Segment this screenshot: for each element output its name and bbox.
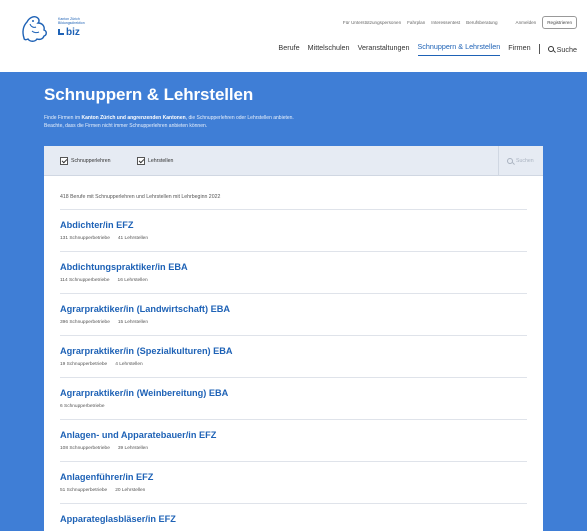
results-count: 418 Berufe mit Schnupperlehren und Lehrs…: [60, 194, 221, 200]
schnupper-count: 114 Schnupperbetriebe: [60, 278, 110, 283]
list-item[interactable]: Anlagen- und Apparatebauer/in EFZ 108 Sc…: [60, 419, 527, 461]
lehrstellen-count: 41 Lehrstellen: [117, 236, 149, 241]
link-berufsberatung[interactable]: Berufsberatung: [466, 20, 497, 25]
link-fahrplan[interactable]: Fahrplan: [407, 20, 425, 25]
nav-veranstaltungen[interactable]: Veranstaltungen: [358, 43, 410, 56]
login-link[interactable]: Anmelden: [516, 20, 537, 25]
list-item[interactable]: Agrarpraktiker/in (Landwirtschaft) EBA 3…: [60, 293, 527, 335]
schnupper-count: 19 Schnupperbetriebe: [60, 362, 108, 367]
schnupper-count: 131 Schnupperbetriebe: [60, 236, 110, 241]
filter-label: Lehrstellen: [148, 158, 174, 164]
search-placeholder: Suchen: [516, 158, 534, 164]
filter-schnupperlehren[interactable]: Schnupperlehren: [60, 157, 111, 165]
page-title: Schnuppern & Lehrstellen: [44, 85, 254, 104]
checkbox-checked-icon[interactable]: [60, 157, 68, 165]
site-header: Kanton Zürich Bildungsdirektion biz Für …: [0, 0, 587, 72]
schnupper-count: 396 Schnupperbetriebe: [60, 320, 110, 325]
nav-berufe[interactable]: Berufe: [278, 43, 299, 56]
nav-mittelschulen[interactable]: Mittelschulen: [308, 43, 350, 56]
schnupper-count: 108 Schnupperbetriebe: [60, 446, 110, 451]
schnupper-count: 51 Schnupperbetriebe: [60, 488, 108, 493]
job-title-link[interactable]: Apparateglasbläser/in EFZ: [60, 514, 176, 524]
search-link-label: Suche: [556, 44, 577, 54]
list-item[interactable]: Agrarpraktiker/in (Spezialkulturen) EBA …: [60, 335, 527, 377]
link-interessentest[interactable]: Interessentest: [431, 20, 460, 25]
lehrstellen-count: 20 Lehrstellen: [115, 488, 146, 493]
region-highlight: Kanton Zürich und angrenzenden Kantonen: [81, 115, 186, 121]
list-item[interactable]: Abdichter/in EFZ 131 Schnupperbetriebe 41…: [60, 209, 527, 251]
lehrstellen-count: 16 Lehrstellen: [117, 278, 148, 283]
job-title-link[interactable]: Agrarpraktiker/in (Spezialkulturen) EBA: [60, 346, 233, 356]
results-panel: Schnupperlehren Lehrstellen Suchen 418 B…: [44, 146, 543, 531]
search-icon: [507, 158, 513, 164]
main-nav: Berufe Mittelschulen Veranstaltungen Sch…: [270, 42, 577, 56]
register-button[interactable]: Registrieren: [542, 16, 577, 29]
job-title-link[interactable]: Agrarpraktiker/in (Weinbereitung) EBA: [60, 388, 228, 398]
search-link[interactable]: Suche: [547, 44, 577, 54]
list-item[interactable]: Apparateglasbläser/in EFZ: [60, 503, 527, 531]
biz-logo[interactable]: Kanton Zürich Bildungsdirektion biz: [18, 12, 108, 44]
lion-crest-icon: [22, 16, 47, 42]
filter-lehrstellen[interactable]: Lehrstellen: [137, 157, 173, 165]
lehrstellen-count: 39 Lehrstellen: [117, 446, 149, 451]
nav-schnuppern-lehrstellen[interactable]: Schnuppern & Lehrstellen: [417, 42, 501, 56]
link-unterstuetzungspersonen[interactable]: Für Unterstützungspersonen: [343, 20, 401, 25]
filter-label: Schnupperlehren: [71, 158, 111, 164]
job-title-link[interactable]: Abdichtungspraktiker/in EBA: [60, 262, 188, 272]
right-blue-band: [543, 146, 587, 531]
left-blue-band: [0, 146, 44, 531]
filter-bar: Schnupperlehren Lehrstellen Suchen: [44, 146, 543, 176]
job-title-link[interactable]: Abdichter/in EFZ: [60, 220, 134, 230]
biz-mark-icon: [58, 29, 64, 35]
lehrstellen-count: 4 Lehrstellen: [115, 362, 143, 367]
job-title-link[interactable]: Anlagenführer/in EFZ: [60, 472, 153, 482]
lehrstellen-count: 15 Lehrstellen: [117, 320, 149, 325]
logo-subtitle: Kanton Zürich Bildungsdirektion: [58, 17, 85, 25]
search-icon: [547, 46, 554, 52]
job-title-link[interactable]: Anlagen- und Apparatebauer/in EFZ: [60, 430, 216, 440]
logo-brand: biz: [66, 27, 80, 38]
search-input[interactable]: Suchen: [498, 146, 543, 176]
nav-divider: [538, 44, 540, 54]
page-description: Finde Firmen im Kanton Zürich und angren…: [44, 115, 294, 129]
hero-banner: Schnuppern & Lehrstellen Finde Firmen im…: [0, 72, 587, 146]
list-item[interactable]: Abdichtungspraktiker/in EBA 114 Schnuppe…: [60, 251, 527, 293]
list-item[interactable]: Anlagenführer/in EFZ 51 Schnupperbetrieb…: [60, 461, 527, 503]
list-item[interactable]: Agrarpraktiker/in (Weinbereitung) EBA 6 …: [60, 377, 527, 419]
checkbox-checked-icon[interactable]: [137, 157, 145, 165]
job-title-link[interactable]: Agrarpraktiker/in (Landwirtschaft) EBA: [60, 304, 230, 314]
schnupper-count: 6 Schnupperbetriebe: [60, 404, 105, 409]
nav-firmen[interactable]: Firmen: [508, 43, 530, 56]
utility-nav: Für Unterstützungspersonen Fahrplan Inte…: [343, 16, 577, 29]
